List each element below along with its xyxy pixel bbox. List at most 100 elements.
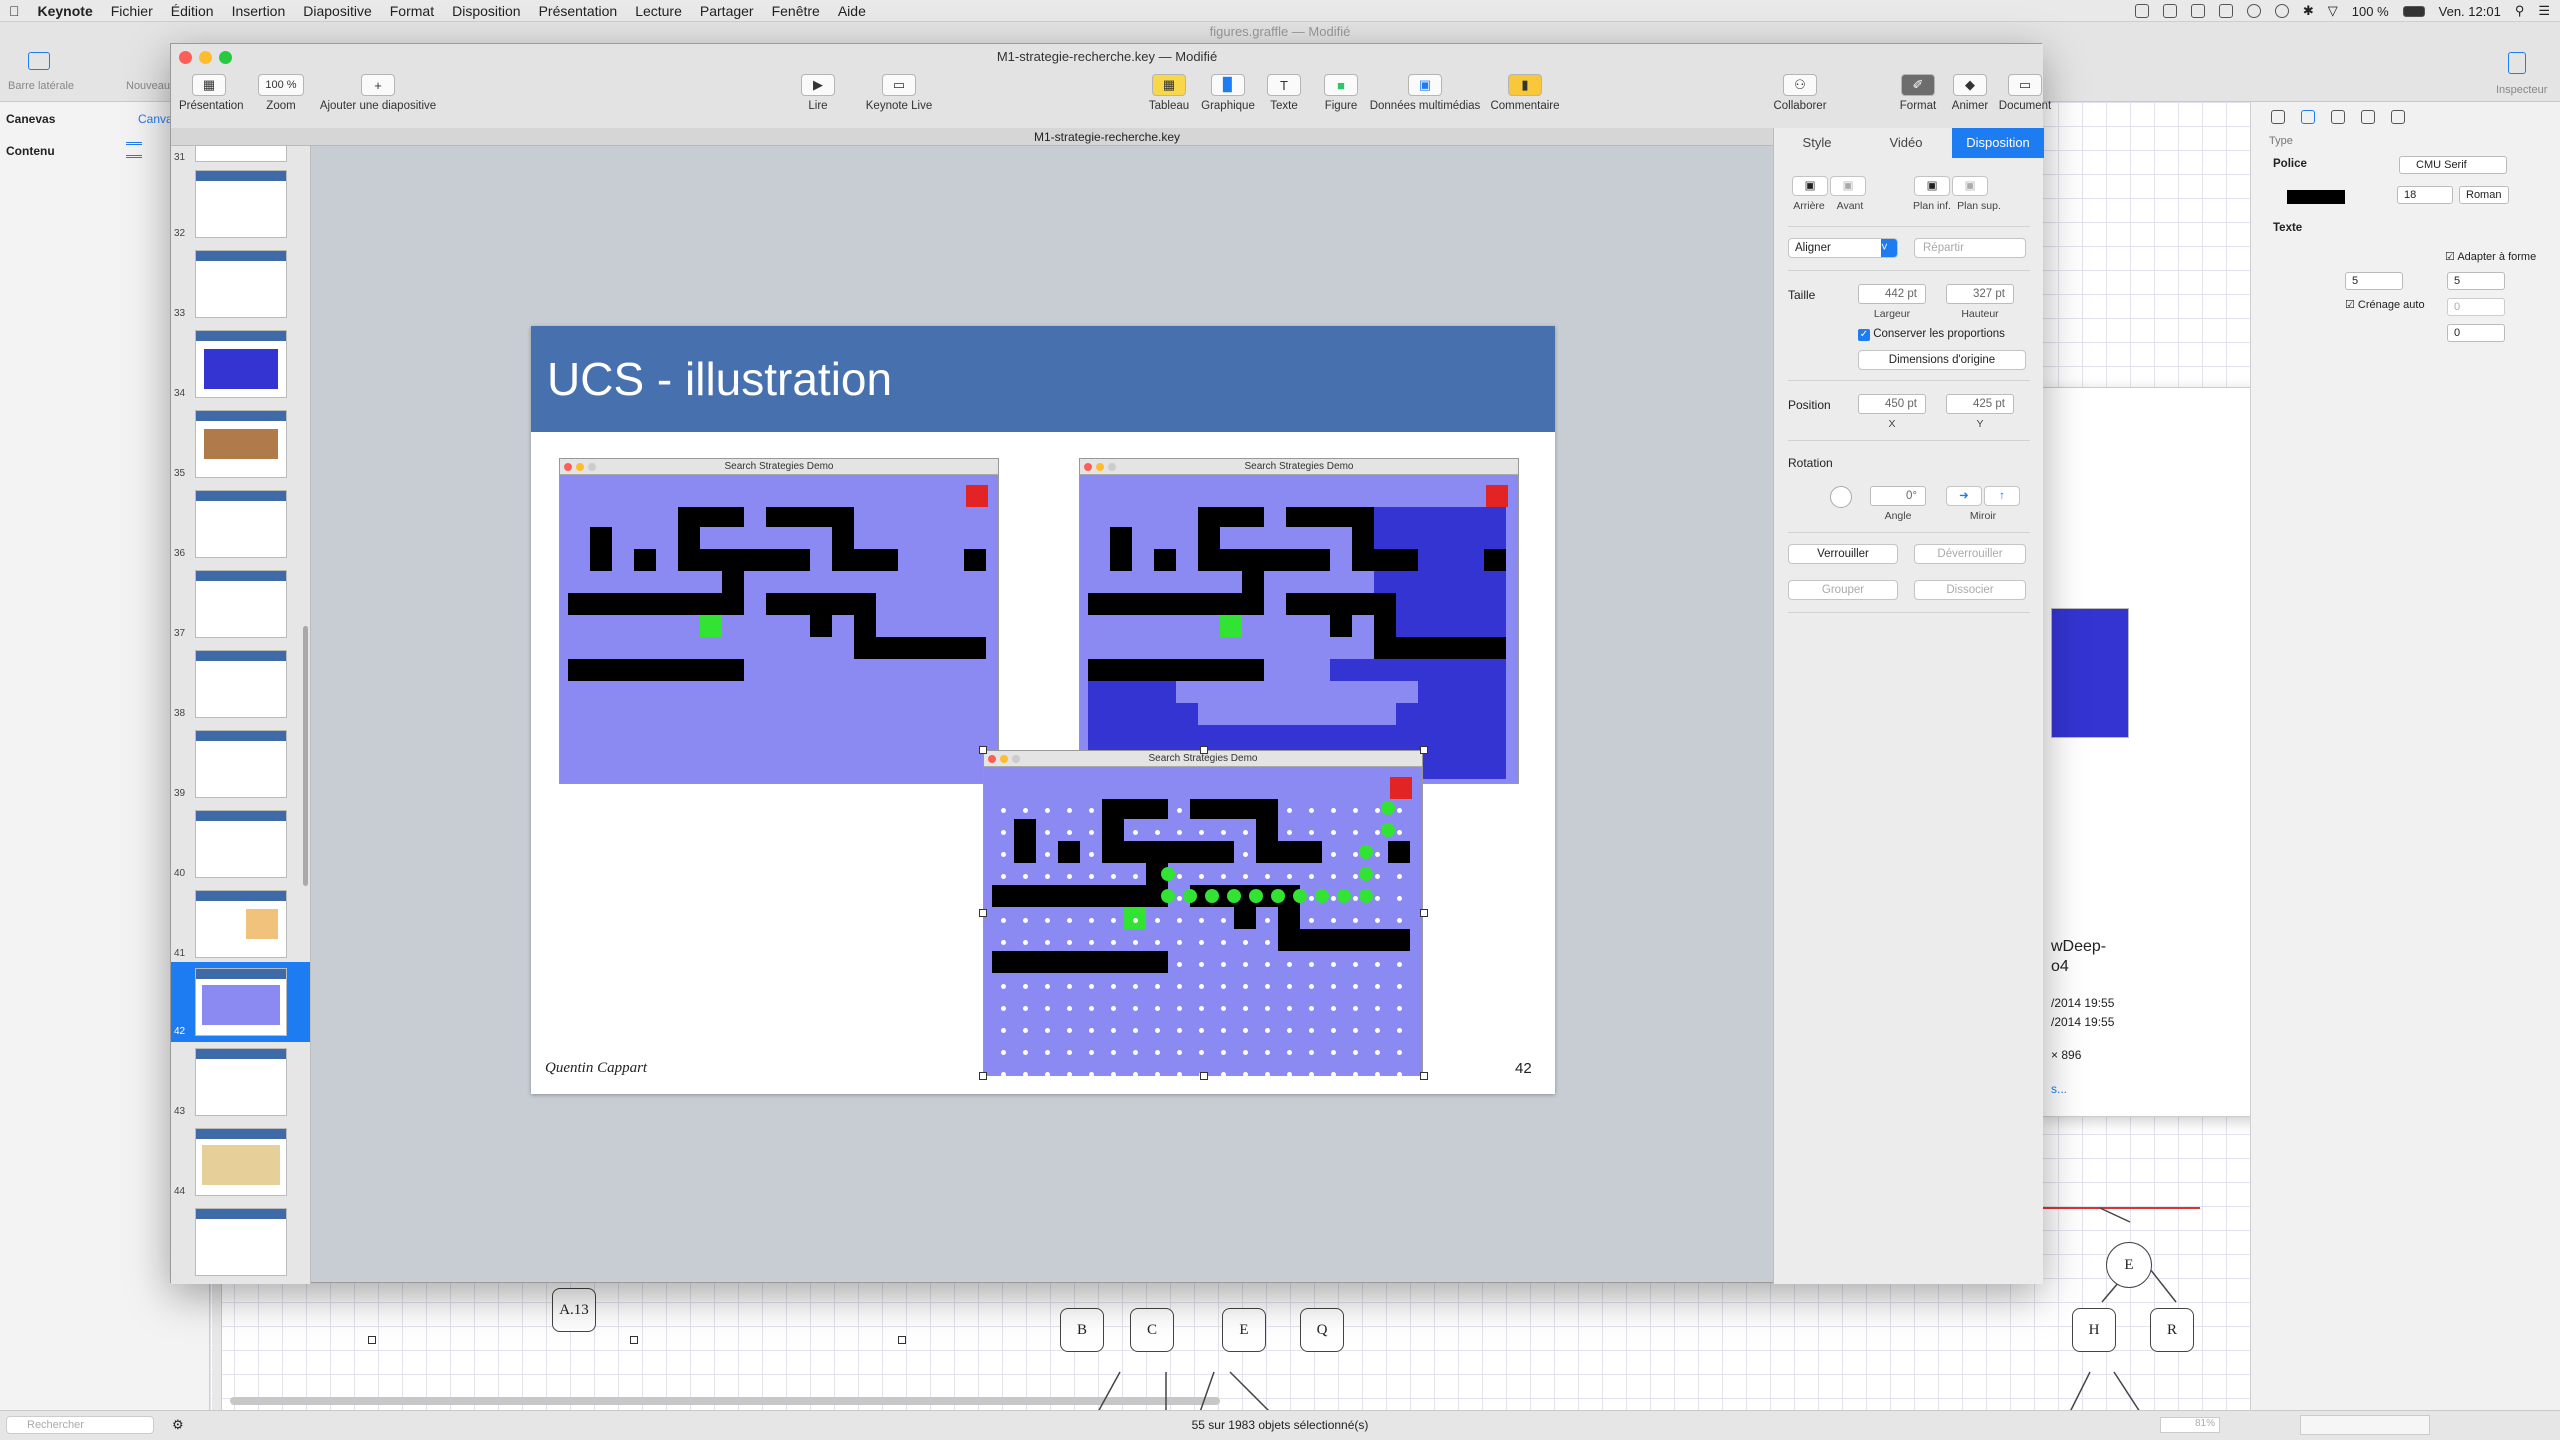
font-family-select[interactable]: CMU Serif	[2399, 156, 2507, 174]
width-field[interactable]: 442 pt	[1858, 284, 1926, 304]
comment-button[interactable]: ▮ Commentaire	[1487, 74, 1563, 112]
sync-icon[interactable]	[2218, 4, 2233, 18]
notification-center-icon[interactable]: ☰	[2538, 3, 2550, 19]
slide-title[interactable]: UCS - illustration	[547, 352, 892, 406]
graffle-node-b[interactable]: B	[1060, 1308, 1104, 1352]
tab-disposition[interactable]: Disposition	[1952, 128, 2044, 158]
presentation-button[interactable]: ▦ Présentation	[179, 74, 244, 112]
spacing-field-b[interactable]: 5	[2447, 272, 2505, 290]
document-inspector-icon[interactable]	[2361, 110, 2375, 124]
display-icon[interactable]	[2190, 4, 2205, 18]
bring-forward-icon[interactable]: ▣	[1952, 176, 1988, 196]
resize-handle[interactable]	[979, 1072, 987, 1080]
slide-thumbnail[interactable]	[195, 410, 287, 478]
x-field[interactable]: 450 pt	[1858, 394, 1926, 414]
search-icon[interactable]	[2246, 4, 2261, 18]
demo-window-3-selected[interactable]: Search Strategies Demo	[979, 746, 1428, 1080]
text-inspector-icon[interactable]	[2301, 110, 2315, 124]
resize-handle[interactable]	[1200, 1072, 1208, 1080]
inspector-icon[interactable]	[2508, 52, 2526, 74]
tab-style[interactable]: Style	[1774, 128, 1860, 158]
flip-vertical-icon[interactable]: ↑	[1984, 486, 2020, 506]
menu-presentation[interactable]: Présentation	[530, 3, 627, 19]
navigator-scrollbar[interactable]	[303, 626, 308, 886]
file-more-link[interactable]: s...	[2051, 1082, 2067, 1096]
resize-handle[interactable]	[1200, 746, 1208, 754]
height-field[interactable]: 327 pt	[1946, 284, 2014, 304]
text-color-well[interactable]	[2287, 190, 2345, 204]
graffle-node-e-circle[interactable]: E	[2106, 1242, 2152, 1288]
time-machine-icon[interactable]	[2274, 4, 2289, 18]
layout-inspector-icon[interactable]	[2331, 110, 2345, 124]
add-slide-button[interactable]: + Ajouter une diapositive	[313, 74, 443, 112]
document-tab-title[interactable]: M1-strategie-recherche.key	[1034, 130, 1180, 144]
resize-handle[interactable]	[979, 746, 987, 754]
list-view-icon[interactable]	[126, 142, 142, 158]
sidebar-icon[interactable]	[28, 52, 50, 70]
resize-handle[interactable]	[1420, 909, 1428, 917]
keep-proportions-checkbox[interactable]: ✓ Conserver les proportions	[1858, 328, 2005, 341]
menu-lecture[interactable]: Lecture	[626, 3, 691, 19]
clock[interactable]: Ven. 12:01	[2439, 4, 2501, 19]
slide-thumbnail[interactable]	[195, 1128, 287, 1196]
menu-fenetre[interactable]: Fenêtre	[763, 3, 829, 19]
menu-partager[interactable]: Partager	[691, 3, 763, 19]
slide-thumbnail[interactable]	[195, 170, 287, 238]
graffle-node-c[interactable]: C	[1130, 1308, 1174, 1352]
rotation-knob[interactable]	[1830, 486, 1852, 508]
baseline-field[interactable]: 0	[2447, 324, 2505, 342]
apple-menu-icon[interactable]: 	[0, 3, 29, 19]
menu-diapositive[interactable]: Diapositive	[294, 3, 380, 19]
kerning-field[interactable]: 0	[2447, 298, 2505, 316]
bluetooth-icon[interactable]: ✱	[2303, 3, 2314, 19]
slide-thumbnail[interactable]	[195, 250, 287, 318]
sidebar-toggle-label[interactable]: Barre latérale	[8, 80, 74, 92]
dropbox-icon[interactable]	[2134, 4, 2149, 18]
slide-thumbnail[interactable]	[195, 1048, 287, 1116]
demo-window-2[interactable]: Search Strategies Demo	[1079, 458, 1519, 784]
cloud-icon[interactable]	[2162, 4, 2177, 18]
graffle-node-r[interactable]: R	[2150, 1308, 2194, 1352]
canvas-inspector-icon[interactable]	[2271, 110, 2285, 124]
align-select[interactable]: Aligner ˅	[1788, 238, 1898, 258]
graffle-node-a13[interactable]: A.13	[552, 1288, 596, 1332]
unlock-button[interactable]: Déverrouiller	[1914, 544, 2026, 564]
selection-handle[interactable]	[898, 1336, 906, 1344]
lock-button[interactable]: Verrouiller	[1788, 544, 1898, 564]
font-style-select[interactable]: Roman	[2459, 186, 2509, 204]
inspector-label[interactable]: Inspecteur	[2496, 84, 2547, 96]
document-button[interactable]: ▭ Document	[1997, 74, 2053, 112]
text-button[interactable]: T Texte	[1259, 74, 1309, 112]
menu-edition[interactable]: Édition	[162, 3, 223, 19]
slide-thumbnail[interactable]	[195, 650, 287, 718]
ungroup-button[interactable]: Dissocier	[1914, 580, 2026, 600]
original-size-button[interactable]: Dimensions d'origine	[1858, 350, 2026, 370]
table-button[interactable]: ▦ Tableau	[1141, 74, 1197, 112]
resize-handle[interactable]	[1420, 1072, 1428, 1080]
adapter-forme-checkbox[interactable]: ☑ Adapter à forme	[2445, 250, 2536, 263]
slide-thumbnail[interactable]	[195, 730, 287, 798]
demo-window-1[interactable]: Search Strategies Demo	[559, 458, 999, 784]
zoom-field[interactable]: 81%	[2160, 1417, 2220, 1433]
slide-thumbnail[interactable]	[195, 146, 287, 162]
group-button[interactable]: Grouper	[1788, 580, 1898, 600]
bring-front-icon[interactable]: ▣	[1830, 176, 1866, 196]
menu-disposition[interactable]: Disposition	[443, 3, 529, 19]
spotlight-icon[interactable]: ⚲	[2515, 3, 2525, 19]
y-field[interactable]: 425 pt	[1946, 394, 2014, 414]
selection-handle[interactable]	[368, 1336, 376, 1344]
menu-fichier[interactable]: Fichier	[102, 3, 162, 19]
resize-handle[interactable]	[979, 909, 987, 917]
shape-button[interactable]: ■ Figure	[1315, 74, 1367, 112]
distribute-select[interactable]: Répartir	[1914, 238, 2026, 258]
slide-thumbnail[interactable]	[195, 1208, 287, 1276]
send-back-icon[interactable]: ▣	[1792, 176, 1828, 196]
angle-field[interactable]: 0°	[1870, 486, 1926, 506]
close-window-icon[interactable]	[179, 51, 192, 64]
tab-video[interactable]: Vidéo	[1860, 128, 1952, 158]
chart-button[interactable]: ▉ Graphique	[1197, 74, 1259, 112]
format-button[interactable]: ✐ Format	[1893, 74, 1943, 112]
slide-thumbnail[interactable]	[195, 330, 287, 398]
resize-handle[interactable]	[1420, 746, 1428, 754]
slide-thumbnail[interactable]	[195, 490, 287, 558]
